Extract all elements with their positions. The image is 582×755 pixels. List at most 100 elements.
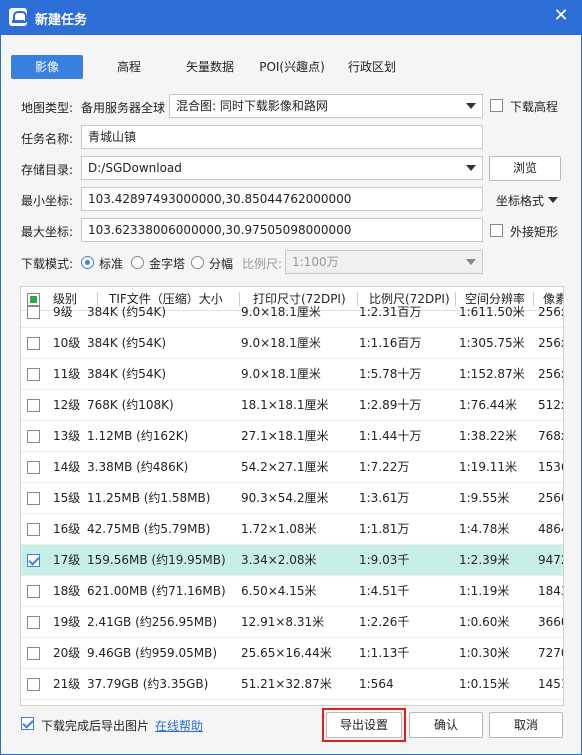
table-row[interactable]: 12级 768K (约108K) 18.1×18.1厘米 1:2.89十万 1:76.4… [21, 390, 563, 421]
cell-pixel: 1536 [538, 460, 563, 474]
online-help-link[interactable]: 在线帮助 [155, 717, 203, 734]
row-checkbox[interactable] [27, 647, 40, 660]
table-row[interactable]: 20级 9.46GB (约959.05MB) 25.65×16.44米 1:1.13千… [21, 638, 563, 669]
cell-pixel: 4864 [538, 522, 563, 536]
storage-dir-label: 存储目录: [21, 163, 74, 177]
cell-scale: 1:2.31百万 [359, 305, 422, 319]
download-elevation-checkbox[interactable] [490, 99, 503, 112]
cell-tif-size: 11.25MB (约1.58MB) [87, 491, 211, 505]
cell-pixel: 7270 [538, 646, 563, 660]
cell-level: 17级 [53, 553, 81, 567]
map-type-label: 地图类型: [21, 101, 74, 115]
coord-format-label: 坐标格式 [496, 194, 545, 208]
task-name-input[interactable]: 青城山镇 [81, 125, 483, 149]
app-logo-icon [9, 8, 27, 26]
cell-level: 14级 [53, 460, 81, 474]
window-title: 新建任务 [35, 13, 88, 28]
row-checkbox[interactable] [27, 554, 40, 567]
cell-level: 16级 [53, 522, 81, 536]
mode-pyramid-radio[interactable] [131, 256, 144, 269]
max-coord-input[interactable]: 103.62338006000000,30.97505098000000 [81, 218, 483, 242]
row-checkbox[interactable] [27, 678, 40, 691]
browse-button[interactable]: 浏览 [489, 156, 561, 181]
cell-scale: 1:1.81万 [359, 522, 410, 536]
table-row[interactable]: 17级 159.56MB (约19.95MB) 3.34×2.08米 1:9.03千 1… [21, 545, 563, 576]
cell-scale: 1:2.26千 [359, 615, 410, 629]
cell-scale: 1:1.44十万 [359, 429, 422, 443]
cell-level: 12级 [53, 398, 81, 412]
cell-tif-size: 159.56MB (约19.95MB) [87, 553, 226, 567]
table-row[interactable]: 10级 384K (约54K) 9.0×18.1厘米 1:1.16百万 1:305.75… [21, 328, 563, 359]
map-mode-select[interactable]: 混合图: 同时下载影像和路网 [169, 94, 483, 118]
close-button[interactable]: ✕ [551, 7, 571, 27]
category-tabs: 影像 高程 矢量数据 POI(兴趣点) 行政区划 [1, 35, 581, 89]
row-checkbox[interactable] [27, 306, 40, 319]
row-checkbox[interactable] [27, 585, 40, 598]
table-row[interactable]: 13级 1.12MB (约162K) 27.1×18.1厘米 1:1.44十万 1:38… [21, 421, 563, 452]
outer-rect-checkbox[interactable] [490, 224, 503, 237]
row-checkbox[interactable] [27, 368, 40, 381]
table-row[interactable]: 14级 3.38MB (约486K) 54.2×27.1厘米 1:7.22万 1:19.… [21, 452, 563, 483]
table-row[interactable]: 19级 2.41GB (约256.95MB) 12.91×8.31米 1:2.26千 1… [21, 607, 563, 638]
scale-label: 比例尺: [242, 257, 283, 271]
cell-print-size: 25.65×16.44米 [241, 646, 332, 660]
row-checkbox[interactable] [27, 461, 40, 474]
cell-resolution: 1:1.19米 [459, 584, 510, 598]
cell-print-size: 3.34×2.08米 [241, 553, 317, 567]
cell-tif-size: 2.41GB (约256.95MB) [87, 615, 218, 629]
cell-scale: 1:5.78十万 [359, 367, 422, 381]
cell-level: 15级 [53, 491, 81, 505]
cell-level: 20级 [53, 646, 81, 660]
row-checkbox[interactable] [27, 523, 40, 536]
storage-dir-select[interactable]: D:/SGDownload [81, 156, 483, 180]
max-coord-label: 最大坐标: [21, 225, 74, 239]
cell-print-size: 27.1×18.1厘米 [241, 429, 329, 443]
scale-select[interactable]: 1:100万 [285, 250, 483, 274]
cell-tif-size: 384K (约54K) [87, 367, 167, 381]
table-row[interactable]: 18级 621.00MB (约71.16MB) 6.50×4.15米 1:4.51千 1… [21, 576, 563, 607]
tab-poi[interactable]: POI(兴趣点) [253, 55, 331, 79]
tab-imagery[interactable]: 影像 [11, 55, 83, 79]
cell-resolution: 1:4.78米 [459, 522, 510, 536]
title-bar[interactable]: 新建任务 ✕ [1, 1, 581, 35]
table-row[interactable]: 15级 11.25MB (约1.58MB) 90.3×54.2厘米 1:3.61万 1:… [21, 483, 563, 514]
coord-format-dropdown[interactable]: 坐标格式 [496, 192, 559, 209]
cell-scale: 1:3.61万 [359, 491, 410, 505]
min-coord-input[interactable]: 103.42897493000000,30.85044762000000 [81, 187, 483, 211]
storage-dir-value: D:/SGDownload [88, 161, 182, 175]
cell-print-size: 18.1×18.1厘米 [241, 398, 329, 412]
table-row[interactable]: 9级 384K (约54K) 9.0×18.1厘米 1:2.31百万 1:611.50米… [21, 297, 563, 328]
cell-level: 21级 [53, 677, 81, 691]
table-row[interactable]: 16级 42.75MB (约5.79MB) 1.72×1.08米 1:1.81万 1:4… [21, 514, 563, 545]
table-row[interactable]: 11级 384K (约54K) 9.0×18.1厘米 1:5.78十万 1:152.87… [21, 359, 563, 390]
cell-scale: 1:1.16百万 [359, 336, 422, 350]
cell-pixel: 1843 [538, 584, 563, 598]
row-checkbox[interactable] [27, 430, 40, 443]
row-checkbox[interactable] [27, 616, 40, 629]
map-mode-value: 混合图: 同时下载影像和路网 [176, 99, 328, 113]
tab-vector-data[interactable]: 矢量数据 [171, 55, 249, 79]
cancel-button[interactable]: 取消 [489, 712, 563, 738]
cell-pixel: 3660 [538, 615, 563, 629]
tab-elevation[interactable]: 高程 [101, 55, 157, 79]
cell-tif-size: 1.12MB (约162K) [87, 429, 189, 443]
cell-tif-size: 37.79GB (约3.35GB) [87, 677, 209, 691]
export-after-download-checkbox[interactable] [21, 717, 34, 730]
tab-admin-division[interactable]: 行政区划 [337, 55, 407, 79]
cell-resolution: 1:9.55米 [459, 491, 510, 505]
table-row[interactable]: 21级 37.79GB (约3.35GB) 51.21×32.87米 1:564 1:0… [21, 669, 563, 700]
row-checkbox[interactable] [27, 492, 40, 505]
cell-print-size: 6.50×4.15米 [241, 584, 317, 598]
mode-tile-radio[interactable] [191, 256, 204, 269]
ok-button[interactable]: 确认 [409, 712, 483, 738]
mode-pyramid-label: 金字塔 [149, 257, 186, 271]
row-checkbox[interactable] [27, 399, 40, 412]
cell-print-size: 90.3×54.2厘米 [241, 491, 329, 505]
cell-pixel: 2560 [538, 491, 563, 505]
row-checkbox[interactable] [27, 337, 40, 350]
chevron-down-icon [466, 259, 476, 265]
mode-standard-radio[interactable] [81, 256, 94, 269]
cell-tif-size: 621.00MB (约71.16MB) [87, 584, 226, 598]
cell-tif-size: 768K (约108K) [87, 398, 174, 412]
cell-resolution: 1:0.30米 [459, 646, 510, 660]
